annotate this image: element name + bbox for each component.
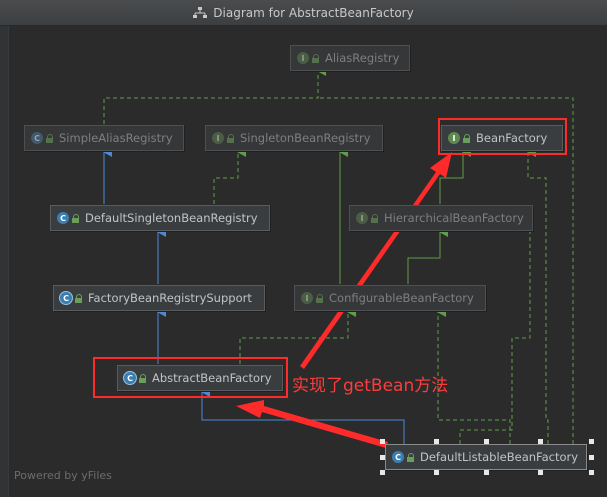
selection-handle[interactable] — [589, 455, 594, 460]
annotation-text: 实现了getBean方法 — [292, 376, 449, 396]
node-simple-alias-registry[interactable]: C SimpleAliasRegistry — [24, 125, 184, 151]
selection-handle[interactable] — [538, 470, 543, 475]
selection-handle[interactable] — [380, 455, 385, 460]
diagram-canvas[interactable] — [8, 26, 607, 497]
node-default-singleton-bean-registry[interactable]: C DefaultSingletonBeanRegistry — [50, 205, 270, 231]
highlight-abstract-bean-factory — [93, 357, 288, 398]
public-icon — [46, 133, 54, 143]
public-icon — [316, 293, 324, 303]
selection-handle[interactable] — [538, 439, 543, 444]
selection-handle[interactable] — [484, 439, 489, 444]
interface-icon: I — [356, 212, 368, 224]
window-title: Diagram for AbstractBeanFactory — [213, 5, 414, 20]
class-icon: C — [392, 451, 404, 463]
diagram-icon — [193, 6, 208, 19]
abstract-class-icon: C — [60, 292, 72, 304]
public-icon — [75, 293, 83, 303]
class-icon: C — [57, 212, 69, 224]
node-singleton-bean-registry[interactable]: I SingletonBeanRegistry — [205, 125, 383, 151]
selection-handle[interactable] — [434, 470, 439, 475]
interface-icon: I — [297, 52, 309, 64]
highlight-bean-factory — [438, 118, 567, 155]
node-default-listable-bean-factory[interactable]: C DefaultListableBeanFactory — [385, 444, 587, 470]
selection-handle[interactable] — [434, 439, 439, 444]
node-configurable-bean-factory[interactable]: I ConfigurableBeanFactory — [294, 285, 486, 311]
window-title-bar: Diagram for AbstractBeanFactory — [0, 0, 607, 26]
public-icon — [72, 213, 80, 223]
powered-by-footer: Powered by yFiles — [14, 469, 112, 482]
selection-handle[interactable] — [380, 470, 385, 475]
selection-handle[interactable] — [589, 439, 594, 444]
interface-icon: I — [212, 132, 224, 144]
public-icon — [407, 452, 415, 462]
public-icon — [227, 133, 235, 143]
selection-handle[interactable] — [380, 439, 385, 444]
public-icon — [312, 53, 320, 63]
interface-icon: I — [301, 292, 313, 304]
selection-handle[interactable] — [589, 470, 594, 475]
selection-handle[interactable] — [484, 470, 489, 475]
public-icon — [371, 213, 379, 223]
node-alias-registry[interactable]: I AliasRegistry — [290, 45, 410, 71]
editor-gutter — [0, 26, 8, 497]
node-factory-bean-registry-support[interactable]: C FactoryBeanRegistrySupport — [53, 285, 265, 311]
node-hierarchical-bean-factory[interactable]: I HierarchicalBeanFactory — [349, 205, 533, 231]
class-icon: C — [31, 132, 43, 144]
